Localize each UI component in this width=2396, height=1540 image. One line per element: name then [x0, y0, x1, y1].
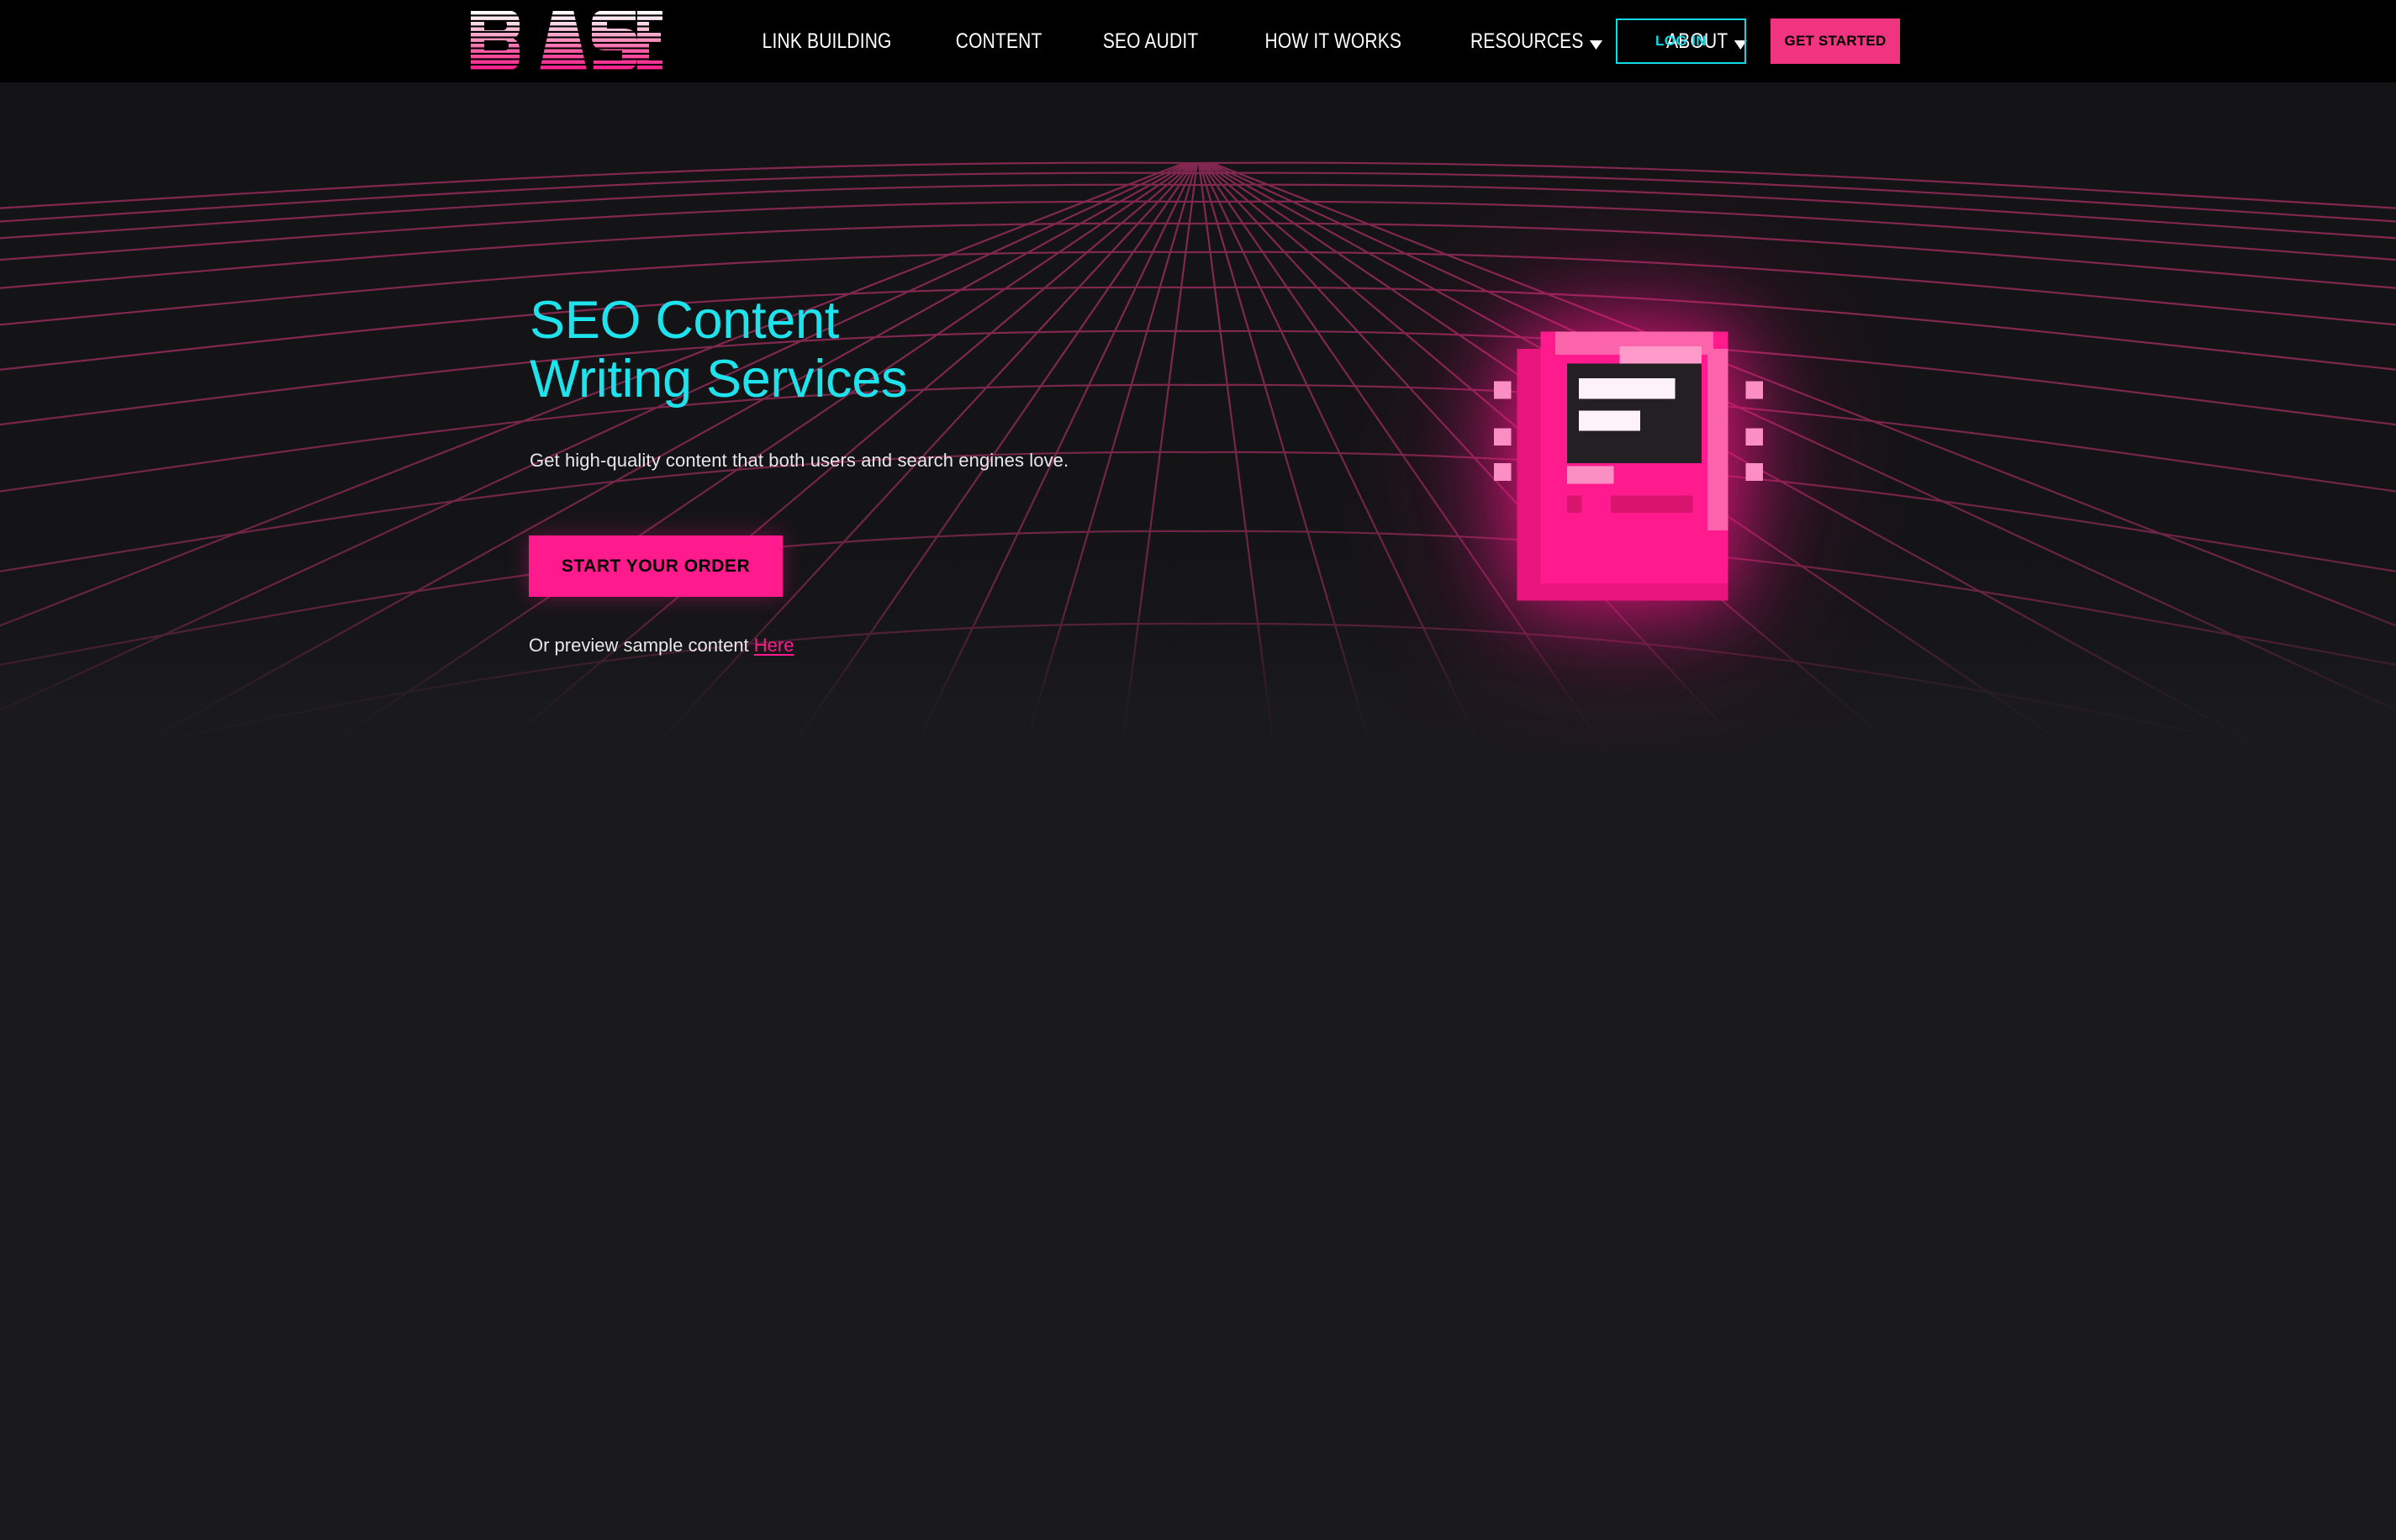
nav-link-label: CONTENT [955, 29, 1042, 53]
nav-link-label: SEO AUDIT [1103, 29, 1199, 53]
chevron-down-icon [1590, 40, 1603, 50]
nav-link-how-it-works[interactable]: HOW IT WORKS [1246, 29, 1419, 54]
hero-subtitle: Get high-quality content that both users… [530, 450, 1069, 471]
hero-title: SEO Content Writing Services [530, 291, 908, 409]
nav-link-seo-audit[interactable]: SEO AUDIT [1085, 29, 1216, 54]
get-started-button[interactable]: GET STARTED [1771, 18, 1900, 64]
document-pixel-art-icon [1475, 305, 1770, 633]
top-navigation-bar: LINK BUILDING CONTENT SEO AUDIT HOW IT W… [0, 0, 2396, 82]
login-button[interactable]: LOG IN [1616, 18, 1746, 64]
nav-link-label: HOW IT WORKS [1264, 29, 1401, 53]
sample-content-link[interactable]: Here [754, 635, 794, 656]
nav-link-resources[interactable]: RESOURCES [1452, 29, 1621, 54]
nav-link-content[interactable]: CONTENT [937, 29, 1060, 54]
nav-link-label: RESOURCES [1470, 29, 1584, 53]
nav-link-link-building[interactable]: LINK BUILDING [744, 29, 910, 54]
services-section: What SEO Content Writing Services Do We … [0, 755, 2396, 756]
hero-section: SEO Content Writing Services Get high-qu… [0, 82, 2396, 755]
base-logo[interactable] [469, 10, 664, 71]
start-your-order-button[interactable]: START YOUR ORDER [529, 535, 783, 597]
nav-link-label: LINK BUILDING [762, 29, 892, 53]
hero-preview-note: Or preview sample content Here [529, 635, 794, 657]
hero-note-text: Or preview sample content [529, 635, 754, 656]
